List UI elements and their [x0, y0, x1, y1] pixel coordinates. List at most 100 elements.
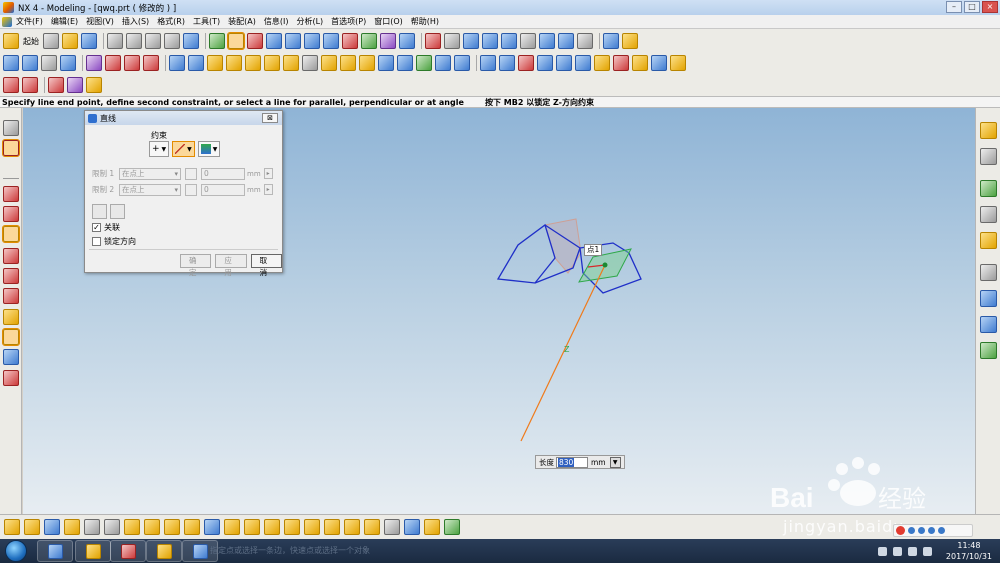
assembly-navigator-icon[interactable] [3, 55, 19, 71]
assembly-navigator-icon[interactable] [980, 122, 997, 139]
offset-face-icon[interactable] [556, 55, 572, 71]
menu-insert[interactable]: 插入(S) [122, 16, 149, 27]
cancel-button[interactable]: 取消 [250, 254, 282, 277]
length-input[interactable]: 830 [556, 456, 588, 468]
pan-icon[interactable] [520, 33, 536, 49]
lock-direction-checkbox[interactable] [92, 237, 101, 246]
tangent-line-icon[interactable] [2, 328, 20, 346]
filter-icon[interactable] [444, 519, 460, 535]
hole-icon[interactable] [283, 55, 299, 71]
lock-direction-checkbox-row[interactable]: 锁定方向 [92, 236, 136, 247]
line-tool-icon[interactable] [227, 32, 245, 50]
snap-bounded-icon[interactable] [364, 519, 380, 535]
tray-up-icon[interactable] [878, 547, 887, 556]
taskbar-app-ppt[interactable] [110, 540, 146, 562]
wcs-dynamic-icon[interactable] [304, 33, 320, 49]
help-icon[interactable] [980, 232, 997, 249]
save-icon[interactable] [81, 33, 97, 49]
analysis-icon[interactable] [60, 55, 76, 71]
move-object-icon[interactable] [380, 33, 396, 49]
menu-edit[interactable]: 编辑(E) [51, 16, 78, 27]
menu-tools[interactable]: 工具(T) [193, 16, 220, 27]
users-icon[interactable] [980, 342, 997, 359]
recorder-settings-icon[interactable] [928, 527, 935, 534]
associative-checkbox-row[interactable]: ✓ 关联 [92, 222, 120, 233]
menu-file[interactable]: 文件(F) [16, 16, 43, 27]
line-constraint-button[interactable]: ▼ [172, 141, 195, 157]
cylinder-icon[interactable] [226, 55, 242, 71]
rotate-view-icon[interactable] [501, 33, 517, 49]
pad-icon[interactable] [340, 55, 356, 71]
menu-info[interactable]: 信息(I) [264, 16, 289, 27]
perpendicular-icon[interactable] [3, 248, 19, 264]
point-marker[interactable] [602, 262, 608, 268]
mirror-icon[interactable] [613, 55, 629, 71]
zoom-window-icon[interactable] [444, 33, 460, 49]
zoom-icon[interactable] [463, 33, 479, 49]
snap-grid-icon[interactable] [384, 519, 400, 535]
snap-pole-icon[interactable] [324, 519, 340, 535]
zoom-in-icon[interactable] [482, 33, 498, 49]
line-at-angle-icon[interactable] [3, 206, 19, 222]
snap-existing-icon[interactable] [244, 519, 260, 535]
extrude-icon[interactable] [169, 55, 185, 71]
select-face-icon[interactable] [44, 519, 60, 535]
start-icon[interactable] [3, 33, 19, 49]
block-icon[interactable] [207, 55, 223, 71]
plane-select-icon[interactable] [92, 204, 107, 219]
snap-on-curve-icon[interactable] [264, 519, 280, 535]
snap-on-face-icon[interactable] [284, 519, 300, 535]
select-edge-icon[interactable] [104, 519, 120, 535]
constraint-2-value[interactable]: 0 [201, 183, 245, 196]
menu-assembly[interactable]: 装配(A) [228, 16, 256, 27]
patch-icon[interactable] [651, 55, 667, 71]
scale-body-icon[interactable] [575, 55, 591, 71]
inspect-icon[interactable] [86, 55, 102, 71]
menu-format[interactable]: 格式(R) [157, 16, 185, 27]
point-constraint-button[interactable]: + ▼ [149, 141, 170, 157]
fillet-curve-icon[interactable] [48, 77, 64, 93]
tray-flag-icon[interactable] [893, 547, 902, 556]
start-button-label[interactable]: 起始 [23, 36, 39, 47]
tools-icon[interactable] [980, 316, 997, 333]
length-options-button[interactable]: ▼ [609, 456, 621, 468]
paste-icon[interactable] [145, 33, 161, 49]
menu-window[interactable]: 窗口(O) [374, 16, 403, 27]
taskbar-app-nx[interactable] [75, 540, 111, 562]
palette-grip-icon[interactable] [3, 120, 19, 136]
menu-preferences[interactable]: 首选项(P) [331, 16, 366, 27]
intersect-icon[interactable] [435, 55, 451, 71]
history-icon[interactable] [980, 180, 997, 197]
chamfer-icon[interactable] [499, 55, 515, 71]
snap-tangent-icon[interactable] [344, 519, 360, 535]
wcs-orient-icon[interactable] [342, 33, 358, 49]
arc-tool-icon[interactable] [2, 225, 20, 243]
cut-icon[interactable] [107, 33, 123, 49]
ok-button[interactable]: 确定 [180, 254, 212, 277]
start-button[interactable] [5, 540, 27, 562]
plane-icon[interactable] [3, 349, 19, 365]
reset-icon[interactable] [110, 204, 125, 219]
new-file-icon[interactable] [43, 33, 59, 49]
constraint-2-pick-button[interactable] [185, 183, 197, 196]
cone-icon[interactable] [245, 55, 261, 71]
tray-clock[interactable]: 11:48 2017/10/31 [946, 540, 992, 562]
render-style-icon[interactable] [577, 33, 593, 49]
wcs-origin-icon[interactable] [285, 33, 301, 49]
snap-point-icon[interactable] [2, 139, 20, 157]
menu-analysis[interactable]: 分析(L) [296, 16, 323, 27]
sphere-icon[interactable] [264, 55, 280, 71]
recorder-mic-icon[interactable] [908, 527, 915, 534]
copy-icon[interactable] [126, 33, 142, 49]
maximize-button[interactable]: □ [964, 1, 980, 13]
edge-blend-icon[interactable] [480, 55, 496, 71]
wcs-rotate-icon[interactable] [323, 33, 339, 49]
tray-network-icon[interactable] [908, 547, 917, 556]
snap-intersection-icon[interactable] [184, 519, 200, 535]
taskbar-app-ie[interactable] [37, 540, 73, 562]
instance-icon[interactable] [594, 55, 610, 71]
sheet-icon[interactable] [41, 55, 57, 71]
basic-line-icon[interactable] [3, 77, 19, 93]
book-icon[interactable] [22, 55, 38, 71]
trim-icon[interactable] [143, 55, 159, 71]
